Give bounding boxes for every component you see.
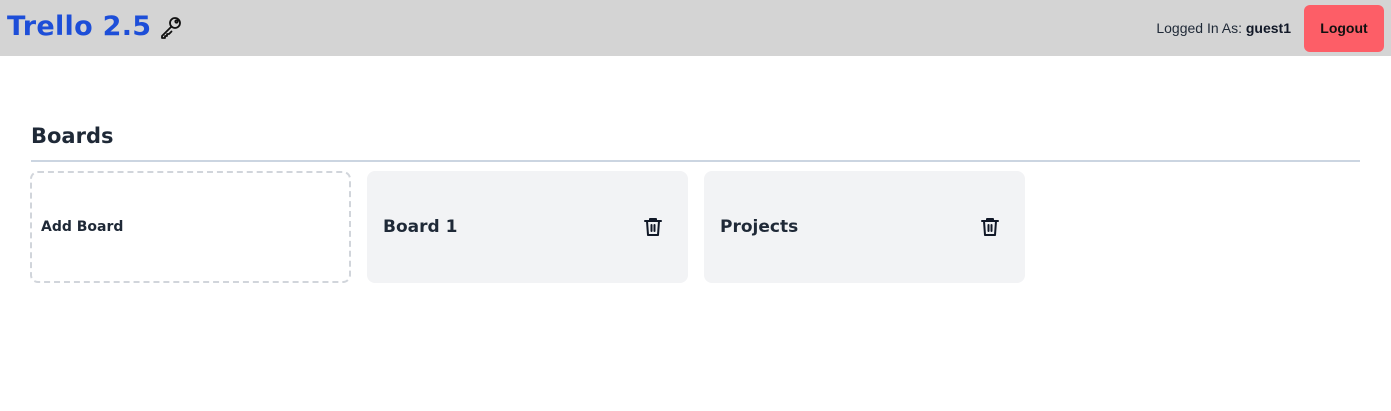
- add-board-label: Add Board: [41, 219, 124, 235]
- board-card[interactable]: Projects: [704, 171, 1025, 283]
- logged-in-status: Logged In As: guest1: [1156, 20, 1291, 36]
- divider: [31, 160, 1360, 162]
- user-area: Logged In As: guest1 Logout: [1156, 0, 1391, 56]
- trash-icon[interactable]: [981, 217, 999, 237]
- username: guest1: [1245, 20, 1291, 36]
- key-icon: [161, 17, 182, 39]
- top-bar: Trello 2.5 Logged In As: guest1 Logout: [0, 0, 1391, 56]
- board-name: Board 1: [383, 217, 458, 237]
- brand: Trello 2.5: [7, 9, 183, 45]
- add-board-button[interactable]: Add Board: [30, 171, 351, 283]
- app-title: Trello 2.5: [7, 11, 152, 42]
- board-card[interactable]: Board 1: [367, 171, 688, 283]
- section-title: Boards: [31, 124, 114, 148]
- board-list: Add Board Board 1 Projects: [30, 171, 1025, 283]
- logout-button[interactable]: Logout: [1304, 4, 1384, 52]
- board-name: Projects: [720, 217, 799, 237]
- trash-icon[interactable]: [644, 217, 662, 237]
- logged-in-label: Logged In As:: [1156, 20, 1242, 36]
